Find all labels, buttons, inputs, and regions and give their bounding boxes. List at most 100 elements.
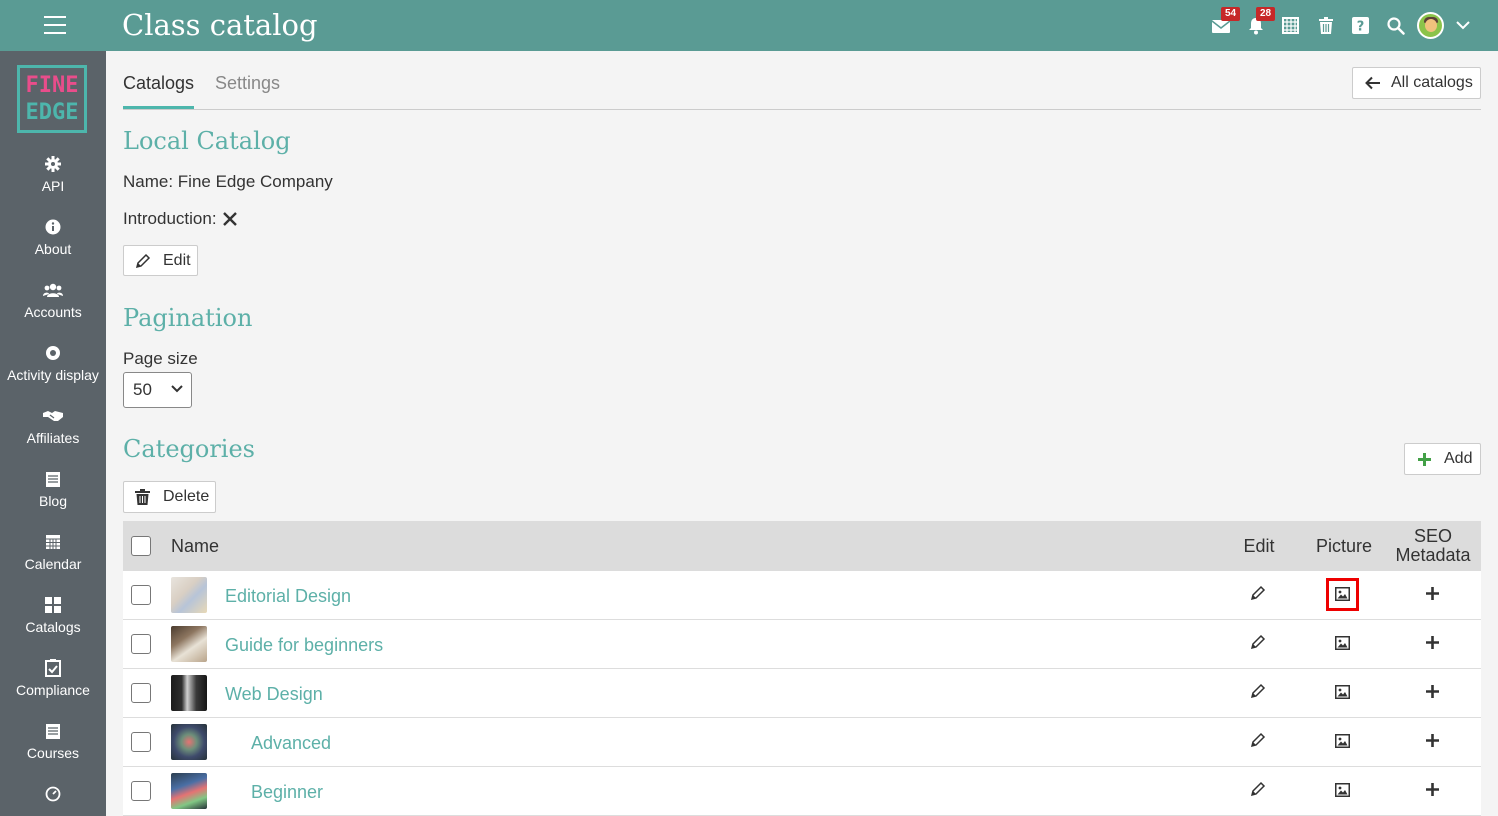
categories-table: Name Edit Picture SEO Metadata Editorial… (123, 521, 1481, 816)
sidebar-item-accounts[interactable]: Accounts (0, 275, 106, 338)
table-row: Editorial Design (123, 571, 1481, 620)
sidebar-item-catalogs[interactable]: Catalogs (0, 590, 106, 653)
trash-icon (1318, 16, 1333, 34)
category-name-link[interactable]: Beginner (251, 782, 323, 803)
image-icon[interactable] (1335, 636, 1350, 650)
category-thumbnail (171, 626, 207, 662)
all-catalogs-button[interactable]: All catalogs (1352, 67, 1481, 99)
column-seo-metadata: SEO Metadata (1395, 526, 1471, 565)
chevron-down-icon (1456, 21, 1470, 30)
pencil-icon[interactable] (1250, 683, 1266, 699)
catalog-name: Name: Fine Edge Company (123, 172, 333, 191)
svg-text:?: ? (1357, 20, 1365, 35)
image-icon[interactable] (1335, 685, 1350, 699)
grid-icon (45, 597, 61, 613)
tab-settings[interactable]: Settings (215, 73, 280, 106)
row-checkbox[interactable] (131, 585, 151, 605)
image-icon[interactable] (1335, 734, 1350, 748)
category-name-link[interactable]: Advanced (251, 733, 331, 754)
users-icon (43, 283, 63, 297)
pagination-heading: Pagination (123, 304, 253, 332)
category-name-link[interactable]: Web Design (225, 684, 323, 705)
local-catalog-heading: Local Catalog (123, 127, 291, 155)
column-picture: Picture (1315, 536, 1373, 556)
row-checkbox[interactable] (131, 634, 151, 654)
sidebar-item-label: About (34, 241, 72, 257)
plus-icon (1418, 452, 1431, 466)
calendar-icon (46, 535, 60, 549)
sidebar-item-compliance[interactable]: Compliance (0, 653, 106, 716)
sidebar-item-label: Compliance (16, 682, 90, 698)
tab-bar: Catalogs Settings (123, 73, 1481, 110)
introduction-line: Introduction: (123, 209, 237, 229)
info-icon (45, 219, 61, 235)
dashboard-icon (45, 786, 61, 802)
plus-icon[interactable] (1426, 783, 1439, 796)
user-menu[interactable] (1413, 0, 1448, 51)
pencil-icon[interactable] (1250, 732, 1266, 748)
tab-catalogs[interactable]: Catalogs (123, 73, 195, 109)
introduction-label: Introduction: (123, 209, 217, 228)
plus-icon[interactable] (1426, 636, 1439, 649)
courses-icon (46, 723, 60, 739)
help-button[interactable]: ? (1343, 0, 1378, 51)
fine-edge-logo[interactable]: FINE EDGE (17, 65, 87, 133)
trash-button[interactable] (1308, 0, 1343, 51)
categories-heading: Categories (123, 435, 255, 463)
sidebar-item-label: API (41, 178, 65, 194)
gear-icon (45, 156, 61, 172)
row-checkbox[interactable] (131, 732, 151, 752)
handshake-icon (43, 411, 63, 421)
sidebar-item-label: Affiliates (26, 430, 80, 446)
sidebar-item-about[interactable]: About (0, 212, 106, 275)
blog-icon (46, 471, 60, 487)
image-icon[interactable] (1335, 587, 1350, 601)
user-menu-toggle[interactable] (1448, 0, 1478, 51)
sidebar-item-label: Blog (38, 493, 68, 509)
search-button[interactable] (1378, 0, 1413, 51)
table-header: Name Edit Picture SEO Metadata (123, 521, 1481, 571)
pencil-icon (135, 253, 151, 268)
table-row: Beginner (123, 767, 1481, 816)
sidebar-item-label: Activity display (7, 367, 99, 383)
row-checkbox[interactable] (131, 781, 151, 801)
sidebar-item-label: Calendar (24, 556, 82, 572)
plus-icon[interactable] (1426, 685, 1439, 698)
column-name: Name (171, 536, 220, 556)
sidebar-item-activity-display[interactable]: Activity display (0, 338, 106, 401)
sidebar-item-label: Catalogs (25, 619, 81, 635)
pencil-icon[interactable] (1250, 634, 1266, 650)
pencil-icon[interactable] (1250, 781, 1266, 797)
sidebar-item-more[interactable] (0, 779, 106, 816)
chevron-down-icon (171, 385, 183, 393)
sidebar-item-affiliates[interactable]: Affiliates (0, 401, 106, 464)
notifications-button[interactable]: 28 (1238, 0, 1276, 51)
plus-icon[interactable] (1426, 734, 1439, 747)
select-all-checkbox[interactable] (131, 536, 151, 556)
plus-icon[interactable] (1426, 587, 1439, 600)
edit-catalog-button[interactable]: Edit (123, 245, 198, 276)
mail-button[interactable]: 54 (1203, 0, 1241, 51)
row-checkbox[interactable] (131, 683, 151, 703)
image-icon[interactable] (1335, 783, 1350, 797)
page-size-select[interactable]: 50 (123, 372, 192, 408)
main-content: Catalogs Settings All catalogs Local Cat… (106, 51, 1498, 816)
sidebar-item-blog[interactable]: Blog (0, 464, 106, 527)
category-name-link[interactable]: Editorial Design (225, 586, 351, 607)
pencil-icon[interactable] (1250, 585, 1266, 601)
menu-icon[interactable] (44, 16, 66, 34)
avatar (1417, 12, 1444, 39)
calendar-button[interactable] (1273, 0, 1308, 51)
sidebar-item-api[interactable]: API (0, 149, 106, 212)
add-category-button[interactable]: Add (1404, 443, 1481, 475)
page-size-label: Page size (123, 349, 198, 368)
category-name-link[interactable]: Guide for beginners (225, 635, 383, 656)
delete-button[interactable]: Delete (123, 481, 216, 513)
dot-circle-icon (46, 346, 60, 360)
sidebar-item-courses[interactable]: Courses (0, 716, 106, 779)
help-icon: ? (1352, 17, 1369, 34)
category-thumbnail (171, 577, 207, 613)
calendar-icon (1282, 17, 1299, 34)
sidebar-item-calendar[interactable]: Calendar (0, 527, 106, 590)
category-thumbnail (171, 773, 207, 809)
